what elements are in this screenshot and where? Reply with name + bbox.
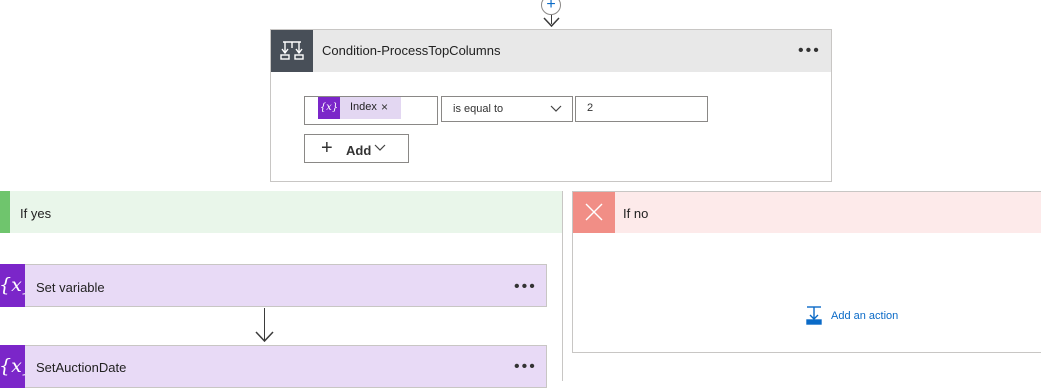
more-options-icon[interactable]: ••• (514, 359, 537, 375)
arrow-down-icon (255, 331, 274, 343)
if-yes-label: If yes (20, 206, 52, 221)
yes-accent (0, 191, 10, 233)
add-button-label: Add (346, 143, 372, 158)
chevron-down-icon (550, 105, 562, 112)
condition-icon (271, 30, 313, 72)
remove-token-icon[interactable]: × (381, 100, 388, 114)
add-an-action-link[interactable]: Add an action (831, 310, 898, 322)
add-action-icon[interactable] (805, 305, 823, 325)
plus-icon: + (321, 137, 333, 159)
variable-icon: {x} (0, 345, 25, 388)
chevron-down-icon (374, 144, 386, 151)
more-options-icon[interactable]: ••• (514, 279, 537, 295)
if-no-label: If no (623, 206, 649, 221)
action-title[interactable]: SetAuctionDate (36, 360, 126, 375)
operator-value: is equal to (453, 103, 504, 115)
value-input[interactable]: 2 (575, 96, 708, 122)
condition-title[interactable]: Condition-ProcessTopColumns (322, 43, 500, 58)
action-title[interactable]: Set variable (36, 280, 105, 295)
condition-branch-icon (280, 41, 304, 60)
no-accent (573, 192, 615, 233)
insert-step-button[interactable]: + (541, 0, 561, 15)
more-options-icon[interactable]: ••• (798, 43, 821, 59)
operand-token-label: Index (350, 101, 377, 113)
variable-icon: {x} (318, 97, 340, 119)
close-icon (585, 203, 603, 221)
if-yes-header[interactable] (0, 191, 562, 233)
arrow-down-icon (543, 17, 560, 28)
variable-icon: {x} (0, 264, 25, 307)
